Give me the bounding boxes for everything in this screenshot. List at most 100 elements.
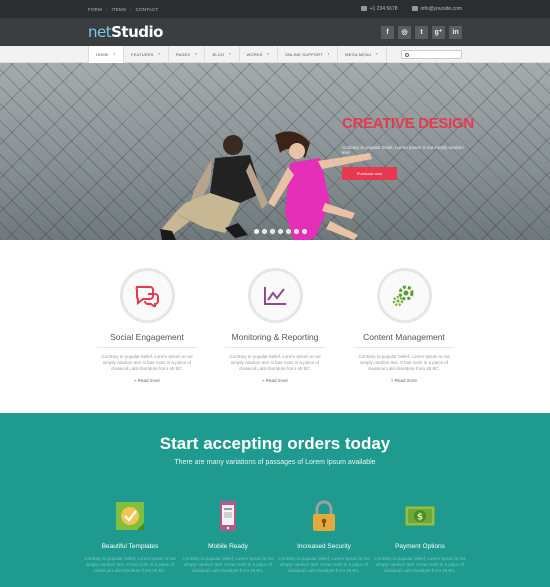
nav-items: HOME ▼ FEATURES ▼ PAGES ▼ BLOG ▼ WORKS ▼ ONLI… [88, 45, 387, 63]
feature-title: Content Management [363, 332, 445, 342]
feature-increased-security: Increased Security Contrary to popular b… [274, 499, 374, 574]
feature-payment-options: $ Payment Options Contrary to popular be… [370, 499, 470, 574]
nav-item-features[interactable]: FEATURES ▼ [124, 45, 169, 63]
lock-icon [313, 500, 335, 531]
slider-dot[interactable] [254, 229, 259, 234]
teal-feature-title: Payment Options [395, 543, 445, 550]
divider [225, 347, 325, 348]
slider-dot[interactable] [270, 229, 275, 234]
teal-feature-text: Contrary to popular belief, Lorem Ipsum … [278, 556, 370, 573]
hero-subtitle: Contrary to popular belief, Lorem Ipsum … [342, 145, 464, 155]
nav-label: BLOG [212, 51, 225, 57]
teal-feature-text: Contrary to popular belief, Lorem Ipsum … [84, 556, 176, 573]
teal-feature-title: Beautiful Templates [101, 543, 159, 550]
feature-social-engagement: Social Engagement Contrary to popular be… [88, 268, 206, 383]
nav-label: HOME [96, 51, 109, 57]
nav-item-mega-menu[interactable]: MEGA MENU ▼ [338, 45, 387, 63]
chevron-down-icon: ▼ [375, 52, 379, 56]
top-link-form[interactable]: FORM [88, 7, 102, 12]
read-more-link[interactable]: » Read more [216, 378, 334, 383]
separator: | [130, 6, 132, 12]
feature-content-management: Content Management Contrary to popular b… [345, 268, 463, 383]
hero-slider[interactable]: CREATIVE DESIGN Contrary to popular beli… [0, 63, 550, 240]
gears-icon [376, 268, 432, 323]
phone-number: +1 234 5678 [369, 6, 398, 12]
feature-title: Monitoring & Reporting [231, 332, 319, 342]
cta-subtitle: There are many variations of passages of… [174, 459, 376, 466]
feature-beautiful-templates: Beautiful Templates Contrary to popular … [80, 499, 180, 574]
feature-text: Contrary to popular belief, Lorem Ipsum … [101, 354, 193, 371]
teal-feature-title: Mobile Ready [208, 543, 248, 550]
slider-dot[interactable] [294, 229, 299, 234]
feature-text: Contrary to popular belief, Lorem Ipsum … [358, 354, 450, 371]
envelope-icon [411, 6, 418, 12]
chevron-down-icon: ▼ [112, 52, 116, 56]
linkedin-icon[interactable]: in [449, 25, 462, 39]
mobile-icon [220, 501, 236, 531]
top-link-contact[interactable]: CONTACT [136, 7, 159, 12]
phone-info: +1 234 5678 [360, 6, 398, 12]
hero-title: CREATIVE DESIGN [342, 115, 474, 132]
slider-dot[interactable] [278, 229, 283, 234]
nav-item-online-support[interactable]: ONLINE SUPPORT ▼ [278, 45, 339, 63]
social-links: f ◎ t g⁺ in [381, 25, 462, 39]
slider-dot[interactable] [262, 229, 267, 234]
nav-item-works[interactable]: WORKS ▼ [240, 45, 278, 63]
feature-text: Contrary to popular belief, Lorem Ipsum … [229, 354, 321, 371]
main-nav: HOME ▼ FEATURES ▼ PAGES ▼ BLOG ▼ WORKS ▼ ONLI… [0, 45, 550, 63]
money-icon: $ [405, 506, 435, 526]
separator: | [106, 6, 108, 12]
read-more-link[interactable]: » Read more [88, 378, 206, 383]
svg-text:$: $ [417, 513, 423, 523]
logo-part-net: net [88, 23, 112, 41]
chevron-down-icon: ▼ [326, 52, 331, 56]
purchase-button[interactable]: Purchase now [342, 167, 397, 180]
chat-bubbles-icon [119, 268, 175, 323]
read-more-link[interactable]: » Read more [345, 378, 463, 383]
chevron-down-icon: ▼ [266, 52, 270, 56]
phone-icon [360, 6, 367, 12]
nav-label: ONLINE SUPPORT [284, 51, 323, 57]
cta-section: Start accepting orders today There are m… [0, 413, 550, 587]
template-icon [116, 502, 144, 530]
twitter-icon[interactable]: t [415, 25, 428, 39]
nav-item-blog[interactable]: BLOG ▼ [205, 45, 240, 63]
email-address[interactable]: info@yoursite.com [421, 6, 462, 12]
search-input[interactable] [401, 50, 462, 59]
slider-dot[interactable] [286, 229, 291, 234]
slider-dots [254, 229, 307, 234]
nav-label: MEGA MENU [345, 51, 372, 57]
divider [97, 347, 197, 348]
chart-icon [247, 268, 303, 323]
top-link-items[interactable]: ITEMS [111, 7, 126, 12]
top-links: FORM | ITEMS | CONTACT [88, 7, 158, 12]
teal-feature-title: Increased Security [297, 543, 351, 550]
feature-title: Social Engagement [110, 332, 184, 342]
nav-item-pages[interactable]: PAGES ▼ [169, 45, 206, 63]
top-bar: FORM | ITEMS | CONTACT +1 234 5678 info@… [0, 0, 550, 18]
email-info[interactable]: info@yoursite.com [411, 6, 462, 12]
nav-label: WORKS [246, 51, 263, 57]
feature-monitoring-reporting: Monitoring & Reporting Contrary to popul… [216, 268, 334, 383]
logo-part-studio: Studio [111, 23, 163, 41]
slider-dot[interactable] [302, 229, 307, 234]
search-icon[interactable] [405, 52, 409, 57]
site-header: netStudio f ◎ t g⁺ in [0, 18, 550, 46]
top-contact: +1 234 5678 info@yoursite.com [360, 6, 462, 12]
chevron-down-icon: ▼ [157, 52, 161, 56]
chevron-down-icon: ▼ [194, 52, 198, 56]
nav-label: PAGES [175, 51, 191, 57]
teal-feature-text: Contrary to popular belief, Lorem Ipsum … [374, 556, 466, 573]
chevron-down-icon: ▼ [228, 52, 232, 56]
facebook-icon[interactable]: f [381, 25, 394, 39]
nav-label: FEATURES [130, 51, 154, 57]
teal-feature-text: Contrary to popular belief, Lorem Ipsum … [182, 556, 274, 573]
divider [354, 347, 454, 348]
features-section: Social Engagement Contrary to popular be… [0, 240, 550, 413]
feature-mobile-ready: Mobile Ready Contrary to popular belief,… [178, 499, 278, 574]
logo[interactable]: netStudio [88, 23, 163, 41]
cta-title: Start accepting orders today [159, 434, 391, 453]
dribbble-icon[interactable]: ◎ [398, 25, 411, 39]
nav-item-home[interactable]: HOME ▼ [88, 45, 124, 63]
google-plus-icon[interactable]: g⁺ [432, 25, 445, 39]
